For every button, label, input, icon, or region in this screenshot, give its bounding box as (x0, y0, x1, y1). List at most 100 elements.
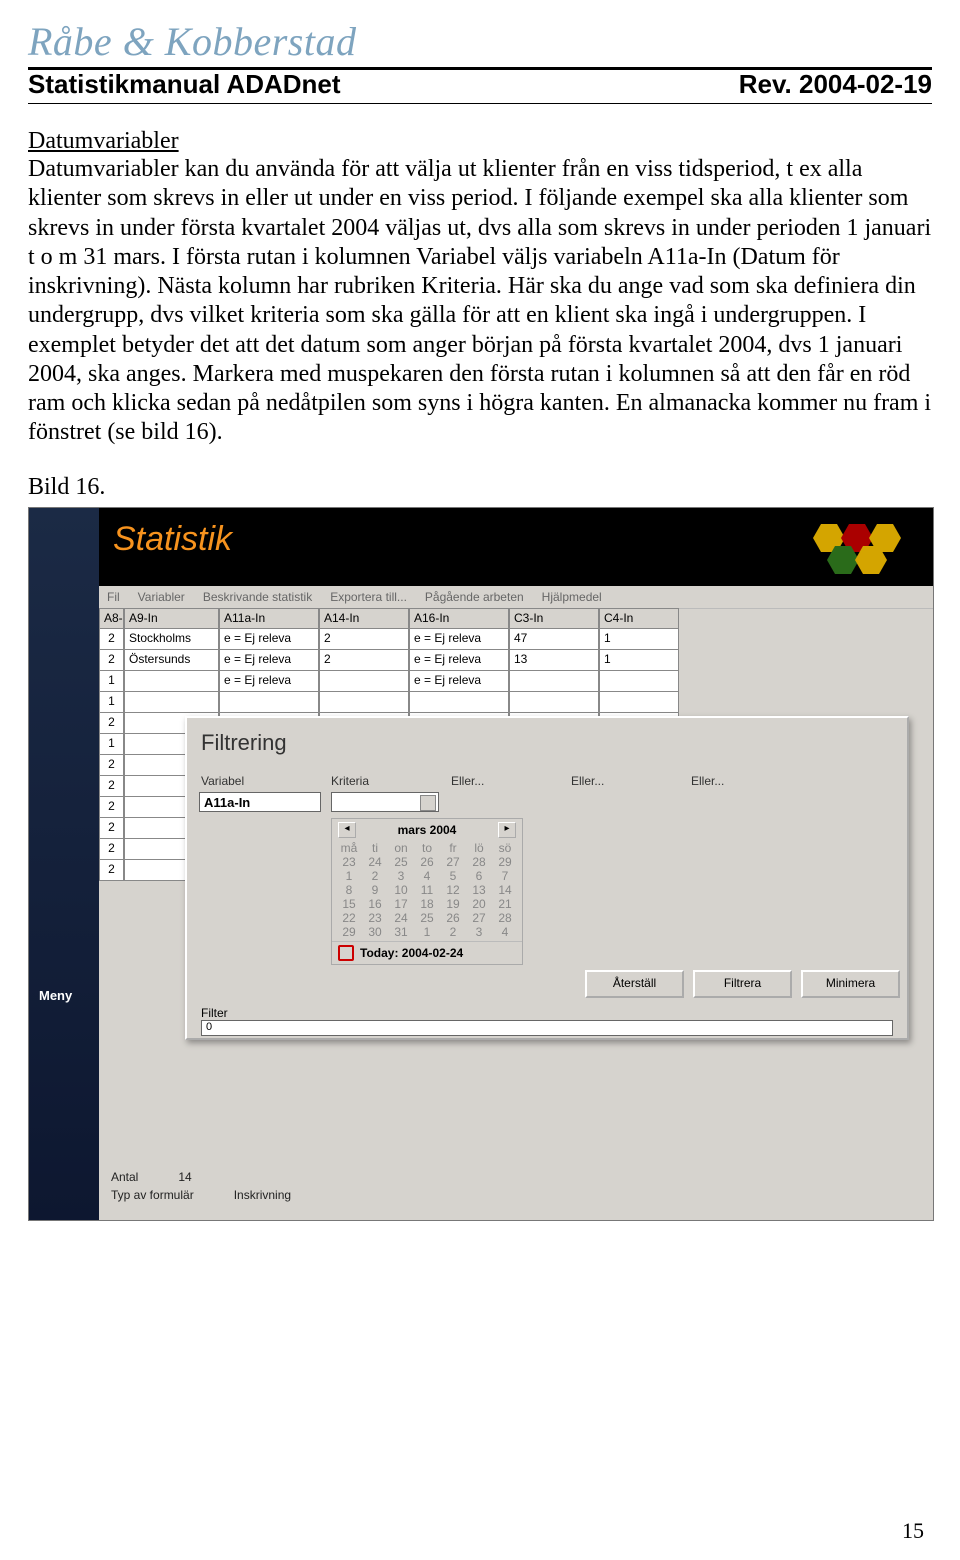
calendar-day[interactable]: 10 (388, 883, 414, 897)
grid-cell[interactable] (409, 692, 509, 713)
calendar-day[interactable]: 25 (388, 855, 414, 869)
calendar-day[interactable]: 2 (362, 869, 388, 883)
column-header[interactable]: C4-In (599, 608, 679, 629)
minimize-button[interactable]: Minimera (801, 970, 900, 998)
grid-cell[interactable]: 2 (99, 818, 124, 839)
grid-cell[interactable]: 2 (99, 629, 124, 650)
grid-cell[interactable]: 2 (319, 650, 409, 671)
grid-cell[interactable]: e = Ej releva (409, 629, 509, 650)
grid-cell[interactable]: 1 (99, 692, 124, 713)
grid-cell[interactable] (124, 692, 219, 713)
column-header[interactable]: A14-In (319, 608, 409, 629)
grid-cell[interactable]: e = Ej releva (409, 671, 509, 692)
grid-cell[interactable]: 2 (99, 713, 124, 734)
grid-cell[interactable]: e = Ej releva (219, 671, 319, 692)
calendar-prev-button[interactable]: ◂ (338, 822, 356, 838)
calendar-day[interactable]: 28 (492, 911, 518, 925)
calendar-day[interactable]: 9 (362, 883, 388, 897)
menubar-item[interactable]: Exportera till... (330, 590, 407, 604)
grid-cell[interactable] (319, 692, 409, 713)
column-header[interactable]: A8-In (99, 608, 124, 629)
grid-cell[interactable]: 1 (99, 671, 124, 692)
grid-cell[interactable]: Östersunds (124, 650, 219, 671)
column-header[interactable]: A16-In (409, 608, 509, 629)
grid-cell[interactable]: 1 (599, 650, 679, 671)
calendar-day[interactable]: 29 (336, 925, 362, 939)
grid-cell[interactable] (599, 692, 679, 713)
reset-button[interactable]: Återställ (585, 970, 684, 998)
column-header[interactable]: C3-In (509, 608, 599, 629)
calendar-day[interactable]: 6 (466, 869, 492, 883)
calendar-day[interactable]: 14 (492, 883, 518, 897)
variable-input[interactable]: A11a-In (199, 792, 321, 812)
calendar-day[interactable]: 16 (362, 897, 388, 911)
column-header[interactable]: A9-In (124, 608, 219, 629)
calendar-day[interactable]: 8 (336, 883, 362, 897)
calendar-day[interactable]: 28 (466, 855, 492, 869)
grid-cell[interactable]: 2 (99, 797, 124, 818)
calendar-day[interactable]: 24 (388, 911, 414, 925)
grid-cell[interactable]: 1 (99, 734, 124, 755)
calendar-day[interactable]: 2 (440, 925, 466, 939)
calendar-day[interactable]: 1 (414, 925, 440, 939)
grid-cell[interactable] (219, 692, 319, 713)
calendar-day[interactable]: 4 (492, 925, 518, 939)
calendar-day[interactable]: 22 (336, 911, 362, 925)
calendar-day[interactable]: 27 (466, 911, 492, 925)
calendar-day[interactable]: 23 (336, 855, 362, 869)
calendar-day[interactable]: 31 (388, 925, 414, 939)
grid-cell[interactable] (599, 671, 679, 692)
grid-cell[interactable]: 2 (99, 650, 124, 671)
sidebar-menu-label[interactable]: Meny (39, 988, 72, 1003)
grid-cell[interactable]: Stockholms (124, 629, 219, 650)
calendar-today-row[interactable]: Today: 2004-02-24 (332, 941, 522, 964)
calendar-day[interactable]: 1 (336, 869, 362, 883)
grid-cell[interactable]: 2 (99, 860, 124, 881)
calendar-day[interactable]: 27 (440, 855, 466, 869)
grid-cell[interactable]: 13 (509, 650, 599, 671)
menubar-item[interactable]: Hjälpmedel (542, 590, 602, 604)
grid-cell[interactable]: 2 (99, 839, 124, 860)
calendar-day[interactable]: 5 (440, 869, 466, 883)
grid-cell[interactable]: 2 (99, 776, 124, 797)
filter-input[interactable]: 0 (201, 1020, 893, 1036)
menubar-item[interactable]: Variabler (138, 590, 185, 604)
calendar-next-button[interactable]: ▸ (498, 822, 516, 838)
grid-cell[interactable] (319, 671, 409, 692)
calendar-day[interactable]: 15 (336, 897, 362, 911)
calendar-grid[interactable]: 2324252627282912345678910111213141516171… (332, 855, 522, 941)
calendar-day[interactable]: 12 (440, 883, 466, 897)
filter-button[interactable]: Filtrera (693, 970, 792, 998)
calendar-day[interactable]: 13 (466, 883, 492, 897)
calendar-day[interactable]: 20 (466, 897, 492, 911)
calendar-day[interactable]: 19 (440, 897, 466, 911)
calendar-day[interactable]: 30 (362, 925, 388, 939)
grid-cell[interactable]: 2 (99, 755, 124, 776)
calendar-day[interactable]: 4 (414, 869, 440, 883)
calendar-day[interactable]: 7 (492, 869, 518, 883)
grid-cell[interactable]: 47 (509, 629, 599, 650)
grid-cell[interactable]: e = Ej releva (219, 629, 319, 650)
grid-cell[interactable]: e = Ej releva (219, 650, 319, 671)
grid-cell[interactable] (124, 671, 219, 692)
grid-cell[interactable]: e = Ej releva (409, 650, 509, 671)
grid-cell[interactable] (509, 692, 599, 713)
menubar-item[interactable]: Pågående arbeten (425, 590, 524, 604)
calendar-day[interactable]: 11 (414, 883, 440, 897)
calendar-day[interactable]: 21 (492, 897, 518, 911)
menubar-item[interactable]: Fil (107, 590, 120, 604)
criteria-dropdown[interactable] (331, 792, 439, 812)
menubar-item[interactable]: Beskrivande statistik (203, 590, 312, 604)
calendar-day[interactable]: 26 (440, 911, 466, 925)
grid-cell[interactable]: 1 (599, 629, 679, 650)
calendar-day[interactable]: 26 (414, 855, 440, 869)
calendar-day[interactable]: 3 (466, 925, 492, 939)
calendar-day[interactable]: 18 (414, 897, 440, 911)
calendar-day[interactable]: 3 (388, 869, 414, 883)
calendar-day[interactable]: 29 (492, 855, 518, 869)
grid-cell[interactable] (509, 671, 599, 692)
calendar-day[interactable]: 25 (414, 911, 440, 925)
calendar-day[interactable]: 23 (362, 911, 388, 925)
calendar-day[interactable]: 17 (388, 897, 414, 911)
grid-cell[interactable]: 2 (319, 629, 409, 650)
